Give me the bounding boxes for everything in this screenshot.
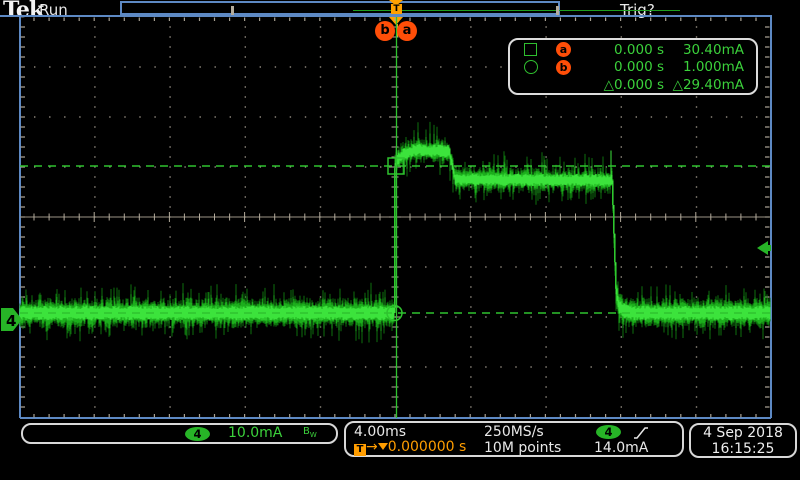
trigger-level-arrow-tail bbox=[768, 245, 771, 251]
cursor-b-readout-badge: b bbox=[556, 60, 571, 75]
cursor-a-time: 0.000 s bbox=[584, 42, 664, 58]
channel4-scale: 10.0mA bbox=[228, 425, 282, 441]
trigger-source-badge: 4 bbox=[596, 425, 621, 439]
sample-rate-readout: 250MS/s bbox=[484, 424, 544, 440]
bandwidth-limit-indicator: BW bbox=[303, 426, 317, 439]
channel4-badge: 4 bbox=[185, 427, 210, 441]
cursor-b-circle-icon bbox=[524, 60, 538, 74]
cursor-a-value: 30.40mA bbox=[664, 42, 744, 58]
trigger-level-readout: 14.0mA bbox=[594, 440, 648, 456]
cursor-readout-panel: a 0.000 s 30.40mA b 0.000 s 1.000mA △0.0… bbox=[508, 38, 758, 95]
rising-edge-slope-icon bbox=[633, 425, 649, 440]
trigger-arrow-icon: → bbox=[366, 439, 378, 455]
trigger-level-arrow[interactable] bbox=[757, 241, 768, 255]
cursor-b-time: 0.000 s bbox=[584, 59, 664, 75]
cursor-a-badge[interactable]: a bbox=[397, 21, 417, 41]
trigger-position-readout: T→0.000000 s bbox=[354, 439, 466, 456]
channel4-marker-label: 4 bbox=[6, 312, 16, 330]
record-length-readout: 10M points bbox=[484, 440, 561, 456]
trigger-triangle-icon bbox=[378, 443, 388, 450]
oscilloscope-screen: Tek Run Trig? T b a 4 a 0.000 s 30.40mA … bbox=[0, 0, 800, 480]
trigger-t-icon: T bbox=[354, 444, 366, 456]
channel4-settings-box[interactable]: 4 10.0mA BW bbox=[21, 423, 338, 444]
horizontal-trigger-box[interactable]: 4.00ms 250MS/s 4 T→0.000000 s 10M points… bbox=[344, 421, 684, 457]
cursor-b-badge[interactable]: b bbox=[375, 21, 395, 41]
cursor-delta-value: △29.40mA bbox=[664, 77, 744, 93]
cursor-b-value: 1.000mA bbox=[664, 59, 744, 75]
cursor-a-readout-badge: a bbox=[556, 42, 571, 57]
time-readout: 16:15:25 bbox=[691, 441, 795, 457]
timebase-readout: 4.00ms bbox=[354, 424, 406, 440]
cursor-a-square-icon bbox=[524, 43, 537, 56]
cursor-delta-time: △0.000 s bbox=[584, 77, 664, 93]
datetime-box: 4 Sep 2018 16:15:25 bbox=[689, 423, 797, 458]
date-readout: 4 Sep 2018 bbox=[691, 425, 795, 441]
